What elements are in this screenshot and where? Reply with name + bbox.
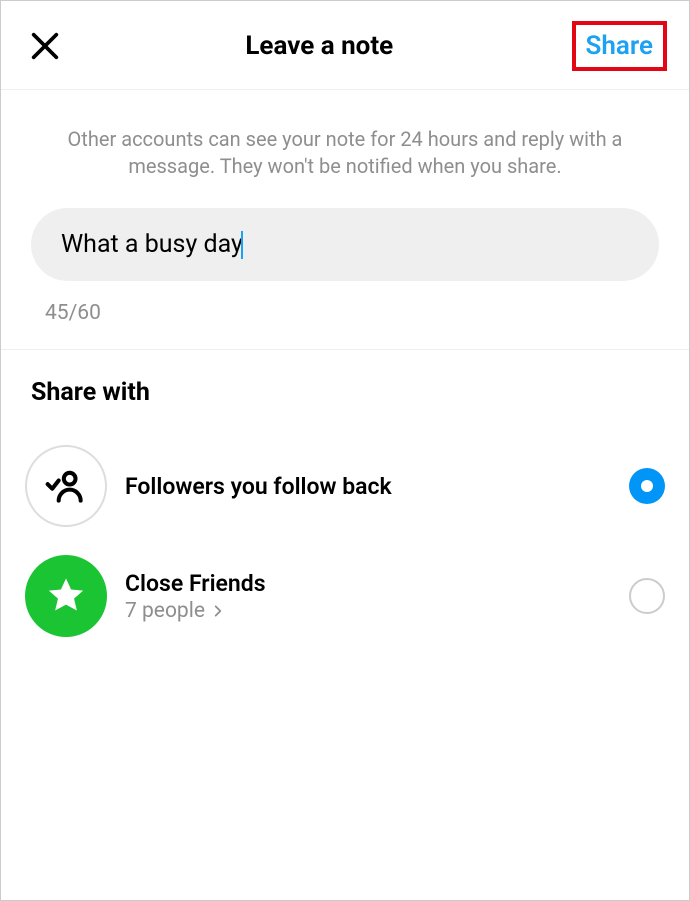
char-counter: 45/60 (45, 301, 659, 325)
share-option-close-friends[interactable]: Close Friends 7 people (1, 541, 689, 651)
divider (1, 349, 689, 350)
option-label: Followers you follow back (125, 473, 619, 500)
share-with-heading: Share with (31, 378, 659, 407)
text-cursor (241, 231, 243, 259)
page-title: Leave a note (67, 31, 572, 61)
close-friends-icon (25, 555, 107, 637)
share-button[interactable]: Share (572, 21, 667, 71)
radio-selected[interactable] (629, 468, 665, 504)
radio-unselected[interactable] (629, 578, 665, 614)
chevron-right-icon (211, 604, 225, 618)
option-label: Close Friends (125, 570, 619, 597)
star-icon (45, 575, 87, 617)
close-icon (28, 29, 62, 63)
share-option-followers[interactable]: Followers you follow back (1, 431, 689, 541)
header: Leave a note Share (1, 1, 689, 90)
option-text: Close Friends 7 people (125, 570, 619, 623)
option-text: Followers you follow back (125, 473, 619, 500)
note-text: What a busy day (61, 230, 243, 259)
followers-icon (25, 445, 107, 527)
note-input[interactable]: What a busy day (31, 208, 659, 281)
option-subtitle: 7 people (125, 599, 619, 623)
info-text: Other accounts can see your note for 24 … (1, 90, 689, 200)
close-button[interactable] (23, 24, 67, 68)
